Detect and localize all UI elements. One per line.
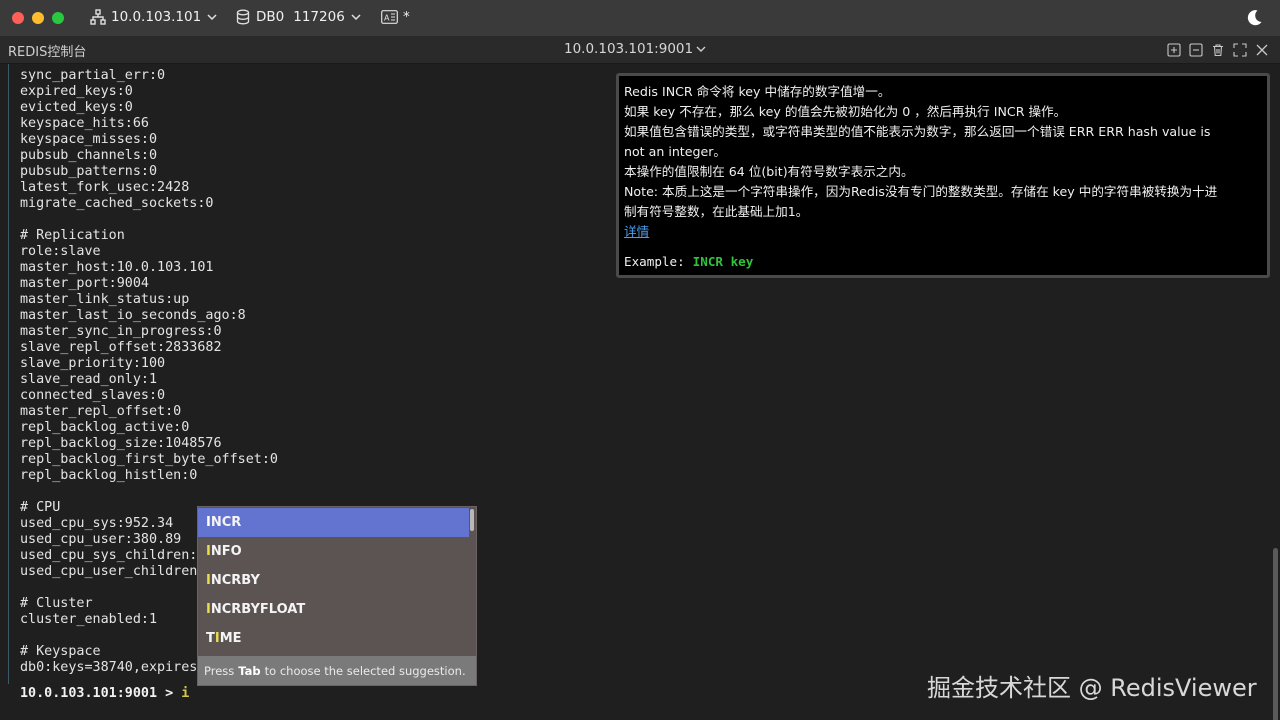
watermark: 掘金技术社区 @ RedisViewer	[927, 674, 1257, 702]
autocomplete-dropdown: I NCR I NFO I NCRBY I NCRBYFLOAT T I ME Press T…	[197, 506, 477, 686]
suggestion-rest: NFO	[210, 544, 242, 559]
suggestion-item-incr[interactable]: I NCR	[198, 508, 469, 537]
connection-label: 10.0.103.101:9001	[564, 41, 694, 57]
format-selector[interactable]: A *	[381, 9, 410, 25]
output-line: pubsub_patterns:0	[20, 164, 158, 179]
suggestion-item-info[interactable]: I NFO	[198, 537, 469, 566]
example-label: Example:	[624, 254, 685, 269]
svg-text:A: A	[384, 14, 390, 23]
output-line: connected_slaves:0	[20, 388, 166, 403]
output-line: slave_priority:100	[20, 356, 166, 371]
close-window-button[interactable]	[12, 12, 24, 24]
suggestion-hint: Press Tab to choose the selected suggestio…	[198, 656, 476, 685]
suggestion-scrollbar[interactable]	[470, 509, 474, 531]
suggestion-rest: NCRBY	[210, 573, 260, 588]
close-tab-button[interactable]	[1254, 42, 1270, 58]
output-line: master_link_status:up	[20, 292, 190, 307]
trash-icon	[1213, 44, 1223, 57]
suggestion-item-incrbyfloat[interactable]: I NCRBYFLOAT	[198, 595, 469, 624]
command-doc-popup: Redis INCR 命令将 key 中储存的数字值增一。 如果 key 不存在…	[616, 73, 1270, 278]
command-prompt[interactable]: 10.0.103.101:9001 > i	[20, 686, 189, 701]
close-icon	[1256, 44, 1268, 56]
suggestion-rest: NCR	[210, 515, 242, 530]
output-line: master_port:9004	[20, 276, 149, 291]
app-name: REDIS控制台	[8, 45, 87, 60]
chevron-down-icon	[696, 46, 706, 52]
collapse-button[interactable]	[1188, 42, 1204, 58]
output-line: repl_backlog_first_byte_offset:0	[20, 452, 278, 467]
clear-button[interactable]	[1210, 42, 1226, 58]
doc-line: 如果值包含错误的类型，或字符串类型的值不能表示为数字，那么返回一个错误 ERR …	[624, 124, 1211, 139]
format-label: *	[403, 9, 410, 25]
output-line: repl_backlog_active:0	[20, 420, 190, 435]
doc-line: not an integer。	[624, 144, 727, 159]
output-line: slave_repl_offset:2833682	[20, 340, 222, 355]
output-line: master_repl_offset:0	[20, 404, 182, 419]
doc-line: 如果 key 不存在，那么 key 的值会先被初始化为 0 ，然后再执行 INC…	[624, 104, 1067, 119]
host-label: 10.0.103.101	[111, 9, 202, 25]
output-line: role:slave	[20, 244, 101, 259]
hint-pre: Press	[204, 663, 235, 678]
output-line: expired_keys:0	[20, 84, 133, 99]
doc-example: Example: INCR key	[624, 252, 1262, 272]
network-icon	[90, 9, 106, 25]
prompt-label: 10.0.103.101:9001 >	[20, 686, 182, 701]
output-line: migrate_cached_sockets:0	[20, 196, 214, 211]
suggestion-prefix: T	[206, 631, 215, 646]
moon-icon	[1247, 10, 1262, 26]
output-line: keyspace_misses:0	[20, 132, 158, 147]
tab-bar: REDIS控制台 10.0.103.101:9001	[0, 36, 1280, 64]
title-bar: 10.0.103.101 DB0 117206 A *	[0, 0, 1280, 36]
connection-dropdown[interactable]: 10.0.103.101:9001	[564, 41, 707, 57]
output-line: latest_fork_usec:2428	[20, 180, 190, 195]
doc-line: 本操作的值限制在 64 位(bit)有符号数字表示之内。	[624, 164, 914, 179]
host-selector[interactable]: 10.0.103.101	[90, 9, 218, 25]
chevron-down-icon	[207, 14, 217, 21]
minus-square-icon	[1189, 43, 1203, 57]
tab-tools	[1166, 42, 1270, 58]
expand-icon	[1233, 43, 1247, 57]
database-icon	[236, 9, 250, 25]
details-link[interactable]: 详情	[624, 224, 649, 239]
output-line: sync_partial_err:0	[20, 68, 166, 83]
chevron-down-icon	[351, 14, 361, 21]
hint-post: to choose the selected suggestion.	[264, 663, 466, 678]
minimize-window-button[interactable]	[32, 12, 44, 24]
add-tab-button[interactable]	[1166, 42, 1182, 58]
output-line: # Replication	[20, 228, 125, 243]
suggestion-rest: NCRBYFLOAT	[210, 602, 306, 617]
example-command: INCR key	[692, 254, 754, 269]
theme-toggle[interactable]	[1244, 8, 1264, 28]
command-input[interactable]: i	[181, 686, 189, 701]
fullscreen-button[interactable]	[1232, 42, 1248, 58]
output-line: keyspace_hits:66	[20, 116, 149, 131]
suggestion-item-incrby[interactable]: I NCRBY	[198, 566, 469, 595]
doc-line: Redis INCR 命令将 key 中储存的数字值增一。	[624, 84, 891, 99]
db-label: DB0	[256, 9, 285, 25]
hint-key: Tab	[238, 663, 261, 678]
output-line: repl_backlog_histlen:0	[20, 468, 198, 483]
database-selector[interactable]: DB0 117206	[236, 9, 362, 25]
suggestion-rest: ME	[219, 631, 242, 646]
terminal-scrollbar[interactable]	[1273, 548, 1278, 720]
output-line: master_sync_in_progress:0	[20, 324, 222, 339]
text-format-icon: A	[381, 10, 398, 24]
output-line: evicted_keys:0	[20, 100, 133, 115]
plus-square-icon	[1167, 43, 1181, 57]
doc-line: 制有符号整数，在此基础上加1。	[624, 204, 809, 219]
doc-line: Note: 本质上这是一个字符串操作，因为Redis没有专门的整数类型。存储在 …	[624, 184, 1218, 199]
output-line: slave_read_only:1	[20, 372, 158, 387]
db-key-count: 117206	[293, 9, 345, 25]
suggestion-item-time[interactable]: T I ME	[198, 624, 469, 653]
terminal-gutter	[8, 64, 9, 684]
output-line: master_host:10.0.103.101	[20, 260, 214, 275]
window-controls	[12, 12, 64, 24]
output-line: repl_backlog_size:1048576	[20, 436, 222, 451]
maximize-window-button[interactable]	[52, 12, 64, 24]
output-line: master_last_io_seconds_ago:8	[20, 308, 246, 323]
output-line: pubsub_channels:0	[20, 148, 158, 163]
